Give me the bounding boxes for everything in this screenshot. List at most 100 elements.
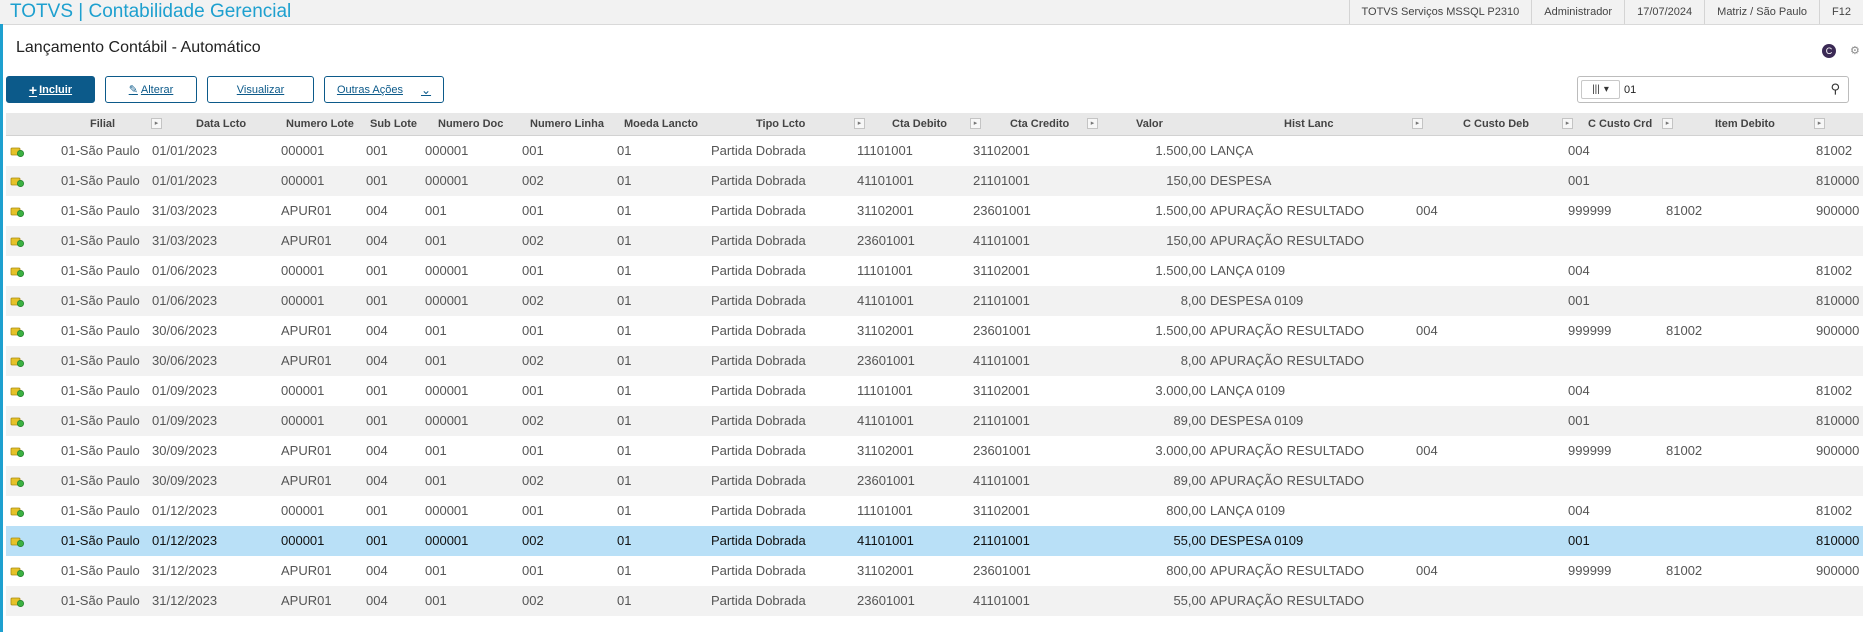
cell-tipo-lcto: Partida Dobrada bbox=[711, 203, 806, 218]
table-row[interactable]: 01-São Paulo 01/09/2023 000001 001 000001 001… bbox=[6, 376, 1863, 406]
column-selector[interactable]: ||| ▾ bbox=[1581, 80, 1620, 99]
cell-hist-lanc: DESPESA bbox=[1210, 173, 1272, 188]
table-row[interactable]: 01-São Paulo 30/06/2023 APUR01 004 001 002 01 P… bbox=[6, 346, 1863, 376]
environment-label[interactable]: TOTVS Serviços MSSQL P2310 bbox=[1348, 0, 1532, 24]
col-item-debito[interactable]: Item Debito bbox=[1715, 113, 1775, 135]
col-tipo-lcto[interactable]: Tipo Lcto bbox=[756, 113, 805, 135]
table-row[interactable]: 01-São Paulo 31/03/2023 APUR01 004 001 001 01 P… bbox=[6, 196, 1863, 226]
status-legend-icon[interactable] bbox=[10, 325, 24, 337]
col-sub-lote[interactable]: Sub Lote bbox=[370, 113, 417, 135]
sort-icon[interactable]: ▸ bbox=[854, 118, 865, 129]
user-label[interactable]: Administrador bbox=[1531, 0, 1624, 24]
table-row[interactable]: 01-São Paulo 01/12/2023 000001 001 000001 002… bbox=[6, 526, 1863, 556]
cell-hist-lanc: LANÇA 0109 bbox=[1210, 383, 1286, 398]
col-numero-lote[interactable]: Numero Lote bbox=[286, 113, 354, 135]
status-legend-icon[interactable] bbox=[10, 145, 24, 157]
cell-data-lcto: 01/01/2023 bbox=[152, 143, 218, 158]
cell-cta-debito: 41101001 bbox=[857, 173, 914, 188]
sort-icon[interactable]: ▸ bbox=[1087, 118, 1098, 129]
outras-acoes-button[interactable]: Outras Ações ⌄ bbox=[324, 76, 444, 103]
table-row[interactable]: 01-São Paulo 30/06/2023 APUR01 004 001 001 01 P… bbox=[6, 316, 1863, 346]
alterar-button[interactable]: ✎ Alterar bbox=[105, 76, 197, 103]
settings-icon[interactable]: ⚙ bbox=[1850, 44, 1860, 57]
sort-icon[interactable]: ▸ bbox=[970, 118, 981, 129]
cell-filial: 01-São Paulo bbox=[61, 563, 140, 578]
table-row[interactable]: 01-São Paulo 31/03/2023 APUR01 004 001 002 01 P… bbox=[6, 226, 1863, 256]
table-row[interactable]: 01-São Paulo 01/01/2023 000001 001 000001 002… bbox=[6, 166, 1863, 196]
search-input[interactable] bbox=[1624, 81, 1814, 98]
cell-numero-lote: 000001 bbox=[281, 413, 325, 428]
incluir-button[interactable]: + Incluir bbox=[6, 76, 95, 103]
table-row[interactable]: 01-São Paulo 01/12/2023 000001 001 000001 001… bbox=[6, 496, 1863, 526]
sort-icon[interactable]: ▸ bbox=[1814, 118, 1825, 129]
status-legend-icon[interactable] bbox=[10, 565, 24, 577]
sort-icon[interactable]: ▸ bbox=[1662, 118, 1673, 129]
cell-cta-debito: 11101001 bbox=[857, 263, 913, 278]
status-legend-icon[interactable] bbox=[10, 385, 24, 397]
col-numero-linha[interactable]: Numero Linha bbox=[530, 113, 604, 135]
cell-numero-linha: 001 bbox=[522, 143, 544, 158]
col-hist-lanc[interactable]: Hist Lanc bbox=[1284, 113, 1334, 135]
status-legend-icon[interactable] bbox=[10, 445, 24, 457]
date-label[interactable]: 17/07/2024 bbox=[1624, 0, 1704, 24]
status-legend-icon[interactable] bbox=[10, 355, 24, 367]
cell-moeda-lancto: 01 bbox=[617, 173, 632, 188]
cell-numero-lote: 000001 bbox=[281, 533, 325, 548]
col-moeda-lancto[interactable]: Moeda Lancto bbox=[624, 113, 698, 135]
cell-hist-lanc: APURAÇÃO RESULTADO bbox=[1210, 233, 1365, 248]
table-row[interactable]: 01-São Paulo 01/06/2023 000001 001 000001 002… bbox=[6, 286, 1863, 316]
status-legend-icon[interactable] bbox=[10, 205, 24, 217]
col-c-custo-deb[interactable]: C Custo Deb bbox=[1463, 113, 1529, 135]
grid-header: Filial ▸ Data Lcto Numero Lote Sub Lote … bbox=[6, 113, 1863, 136]
status-legend-icon[interactable] bbox=[10, 235, 24, 247]
cell-data-lcto: 01/06/2023 bbox=[152, 293, 218, 308]
col-data-lcto[interactable]: Data Lcto bbox=[196, 113, 246, 135]
col-c-custo-crd[interactable]: C Custo Crd bbox=[1588, 113, 1652, 135]
col-filial[interactable]: Filial bbox=[90, 113, 115, 135]
col-numero-doc[interactable]: Numero Doc bbox=[438, 113, 503, 135]
sort-icon[interactable]: ▸ bbox=[151, 118, 162, 129]
search-icon[interactable]: ⚲ bbox=[1830, 81, 1840, 97]
table-row[interactable]: 01-São Paulo 01/09/2023 000001 001 000001 002… bbox=[6, 406, 1863, 436]
col-cta-credito[interactable]: Cta Credito bbox=[1010, 113, 1069, 135]
status-legend-icon[interactable] bbox=[10, 535, 24, 547]
sort-icon[interactable]: ▸ bbox=[1562, 118, 1573, 129]
table-row[interactable]: 01-São Paulo 30/09/2023 APUR01 004 001 001 01 P… bbox=[6, 436, 1863, 466]
cell-sub-lote: 004 bbox=[366, 593, 388, 608]
visualizar-button[interactable]: Visualizar bbox=[207, 76, 314, 103]
cell-numero-doc: 000001 bbox=[425, 173, 469, 188]
cell-filial: 01-São Paulo bbox=[61, 173, 140, 188]
table-row[interactable]: 01-São Paulo 01/06/2023 000001 001 000001 001… bbox=[6, 256, 1863, 286]
table-row[interactable]: 01-São Paulo 31/12/2023 APUR01 004 001 001 01 P… bbox=[6, 556, 1863, 586]
cell-numero-doc: 000001 bbox=[425, 383, 469, 398]
branch-label[interactable]: Matriz / São Paulo bbox=[1704, 0, 1819, 24]
cell-hist-lanc: APURAÇÃO RESULTADO bbox=[1210, 353, 1365, 368]
table-row[interactable]: 01-São Paulo 30/09/2023 APUR01 004 001 002 01 P… bbox=[6, 466, 1863, 496]
cell-numero-linha: 002 bbox=[522, 593, 544, 608]
cell-numero-doc: 001 bbox=[425, 443, 447, 458]
table-row[interactable]: 01-São Paulo 31/12/2023 APUR01 004 001 002 01 P… bbox=[6, 586, 1863, 616]
status-legend-icon[interactable] bbox=[10, 265, 24, 277]
status-legend-icon[interactable] bbox=[10, 505, 24, 517]
cell-cta-debito: 11101001 bbox=[857, 503, 913, 518]
cell-item-credito: 81002 bbox=[1666, 203, 1703, 218]
status-legend-icon[interactable] bbox=[10, 175, 24, 187]
cell-numero-linha: 001 bbox=[522, 203, 544, 218]
help-icon[interactable]: C bbox=[1822, 44, 1836, 58]
status-legend-icon[interactable] bbox=[10, 415, 24, 427]
status-legend-icon[interactable] bbox=[10, 475, 24, 487]
f12-key[interactable]: F12 bbox=[1819, 0, 1863, 24]
cell-cta-credito: 31102001 bbox=[973, 263, 1030, 278]
status-legend-icon[interactable] bbox=[10, 295, 24, 307]
col-valor[interactable]: Valor bbox=[1136, 113, 1163, 135]
col-cta-debito[interactable]: Cta Debito bbox=[892, 113, 947, 135]
cell-item-debito: 900000 bbox=[1816, 443, 1860, 458]
cell-numero-linha: 002 bbox=[522, 473, 544, 488]
cell-item-debito: 810000 bbox=[1816, 533, 1860, 548]
cell-sub-lote: 001 bbox=[366, 413, 388, 428]
cell-item-debito: 900000 bbox=[1816, 563, 1860, 578]
table-row[interactable]: 01-São Paulo 01/01/2023 000001 001 000001 001… bbox=[6, 136, 1863, 166]
sort-icon[interactable]: ▸ bbox=[1412, 118, 1423, 129]
status-legend-icon[interactable] bbox=[10, 595, 24, 607]
cell-sub-lote: 001 bbox=[366, 263, 388, 278]
